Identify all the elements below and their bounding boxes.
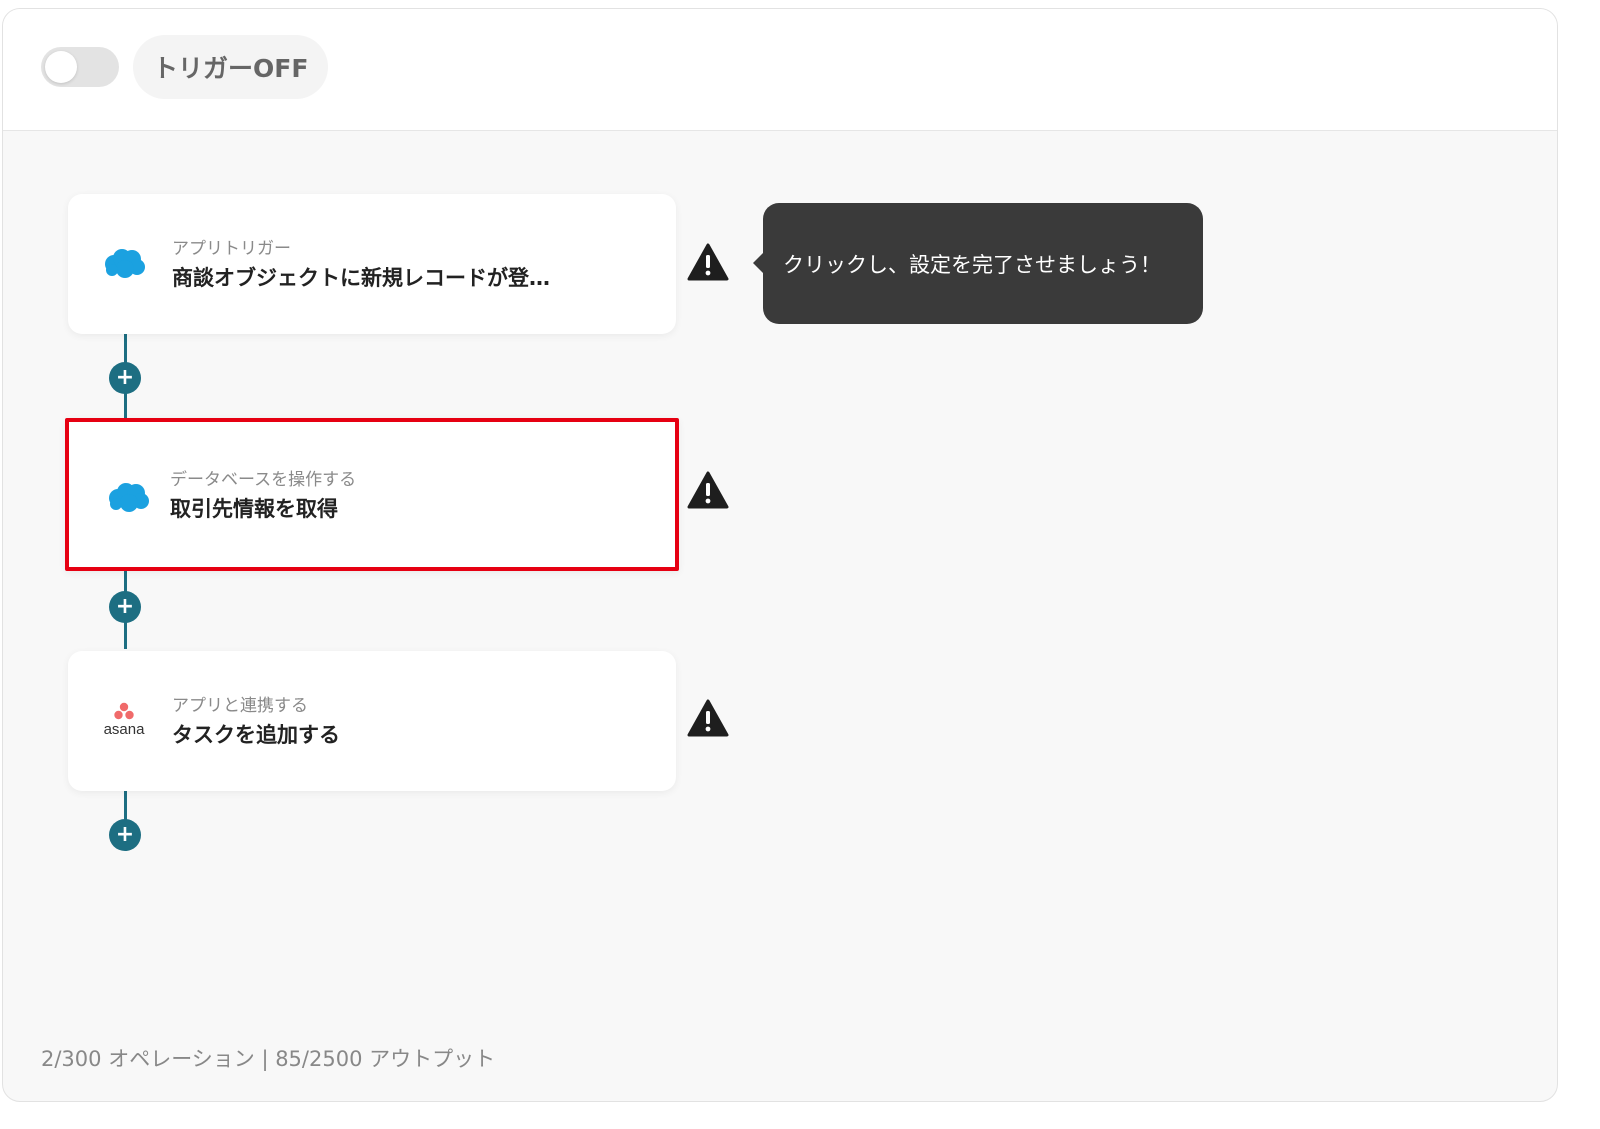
tooltip-text: クリックし、設定を完了させましょう！ bbox=[783, 252, 1161, 277]
warning-icon[interactable] bbox=[687, 699, 729, 737]
flow-step-card[interactable]: asana アプリと連携する タスクを追加する bbox=[68, 651, 676, 791]
asana-wordmark: asana bbox=[104, 721, 146, 738]
warning-icon[interactable] bbox=[687, 471, 729, 509]
step-title: 取引先情報を取得 bbox=[170, 497, 338, 521]
step-title: タスクを追加する bbox=[172, 723, 340, 747]
trigger-status-label: トリガーOFF bbox=[133, 35, 329, 99]
add-step-button[interactable]: + bbox=[109, 362, 141, 394]
step-type-label: データベースを操作する bbox=[170, 470, 357, 490]
flow-step-card-selected[interactable]: データベースを操作する 取引先情報を取得 bbox=[65, 418, 679, 571]
step-type-label: アプリトリガー bbox=[172, 239, 291, 259]
trigger-toggle[interactable] bbox=[41, 47, 119, 87]
flow-editor: トリガーOFF アプリトリガー 商談オブジェクトに新規レコードが登… クリックし… bbox=[2, 8, 1558, 1102]
flow-step-card[interactable]: アプリトリガー 商談オブジェクトに新規レコードが登… bbox=[68, 194, 676, 334]
step-type-label: アプリと連携する bbox=[172, 696, 308, 716]
tooltip-arrow bbox=[753, 253, 763, 273]
asana-logo: asana bbox=[104, 702, 146, 738]
salesforce-cloud-icon bbox=[109, 483, 149, 512]
warning-icon[interactable] bbox=[687, 243, 729, 281]
add-step-button[interactable]: + bbox=[109, 819, 141, 851]
toggle-knob bbox=[45, 51, 77, 83]
usage-counter: 2/300 オペレーション | 85/2500 アウトプット bbox=[41, 1047, 496, 1071]
add-step-button[interactable]: + bbox=[109, 591, 141, 623]
header-bar: トリガーOFF bbox=[3, 9, 1557, 131]
salesforce-cloud-icon bbox=[105, 249, 145, 278]
guide-tooltip: クリックし、設定を完了させましょう！ bbox=[753, 203, 1203, 324]
step-title: 商談オブジェクトに新規レコードが登… bbox=[172, 266, 550, 290]
